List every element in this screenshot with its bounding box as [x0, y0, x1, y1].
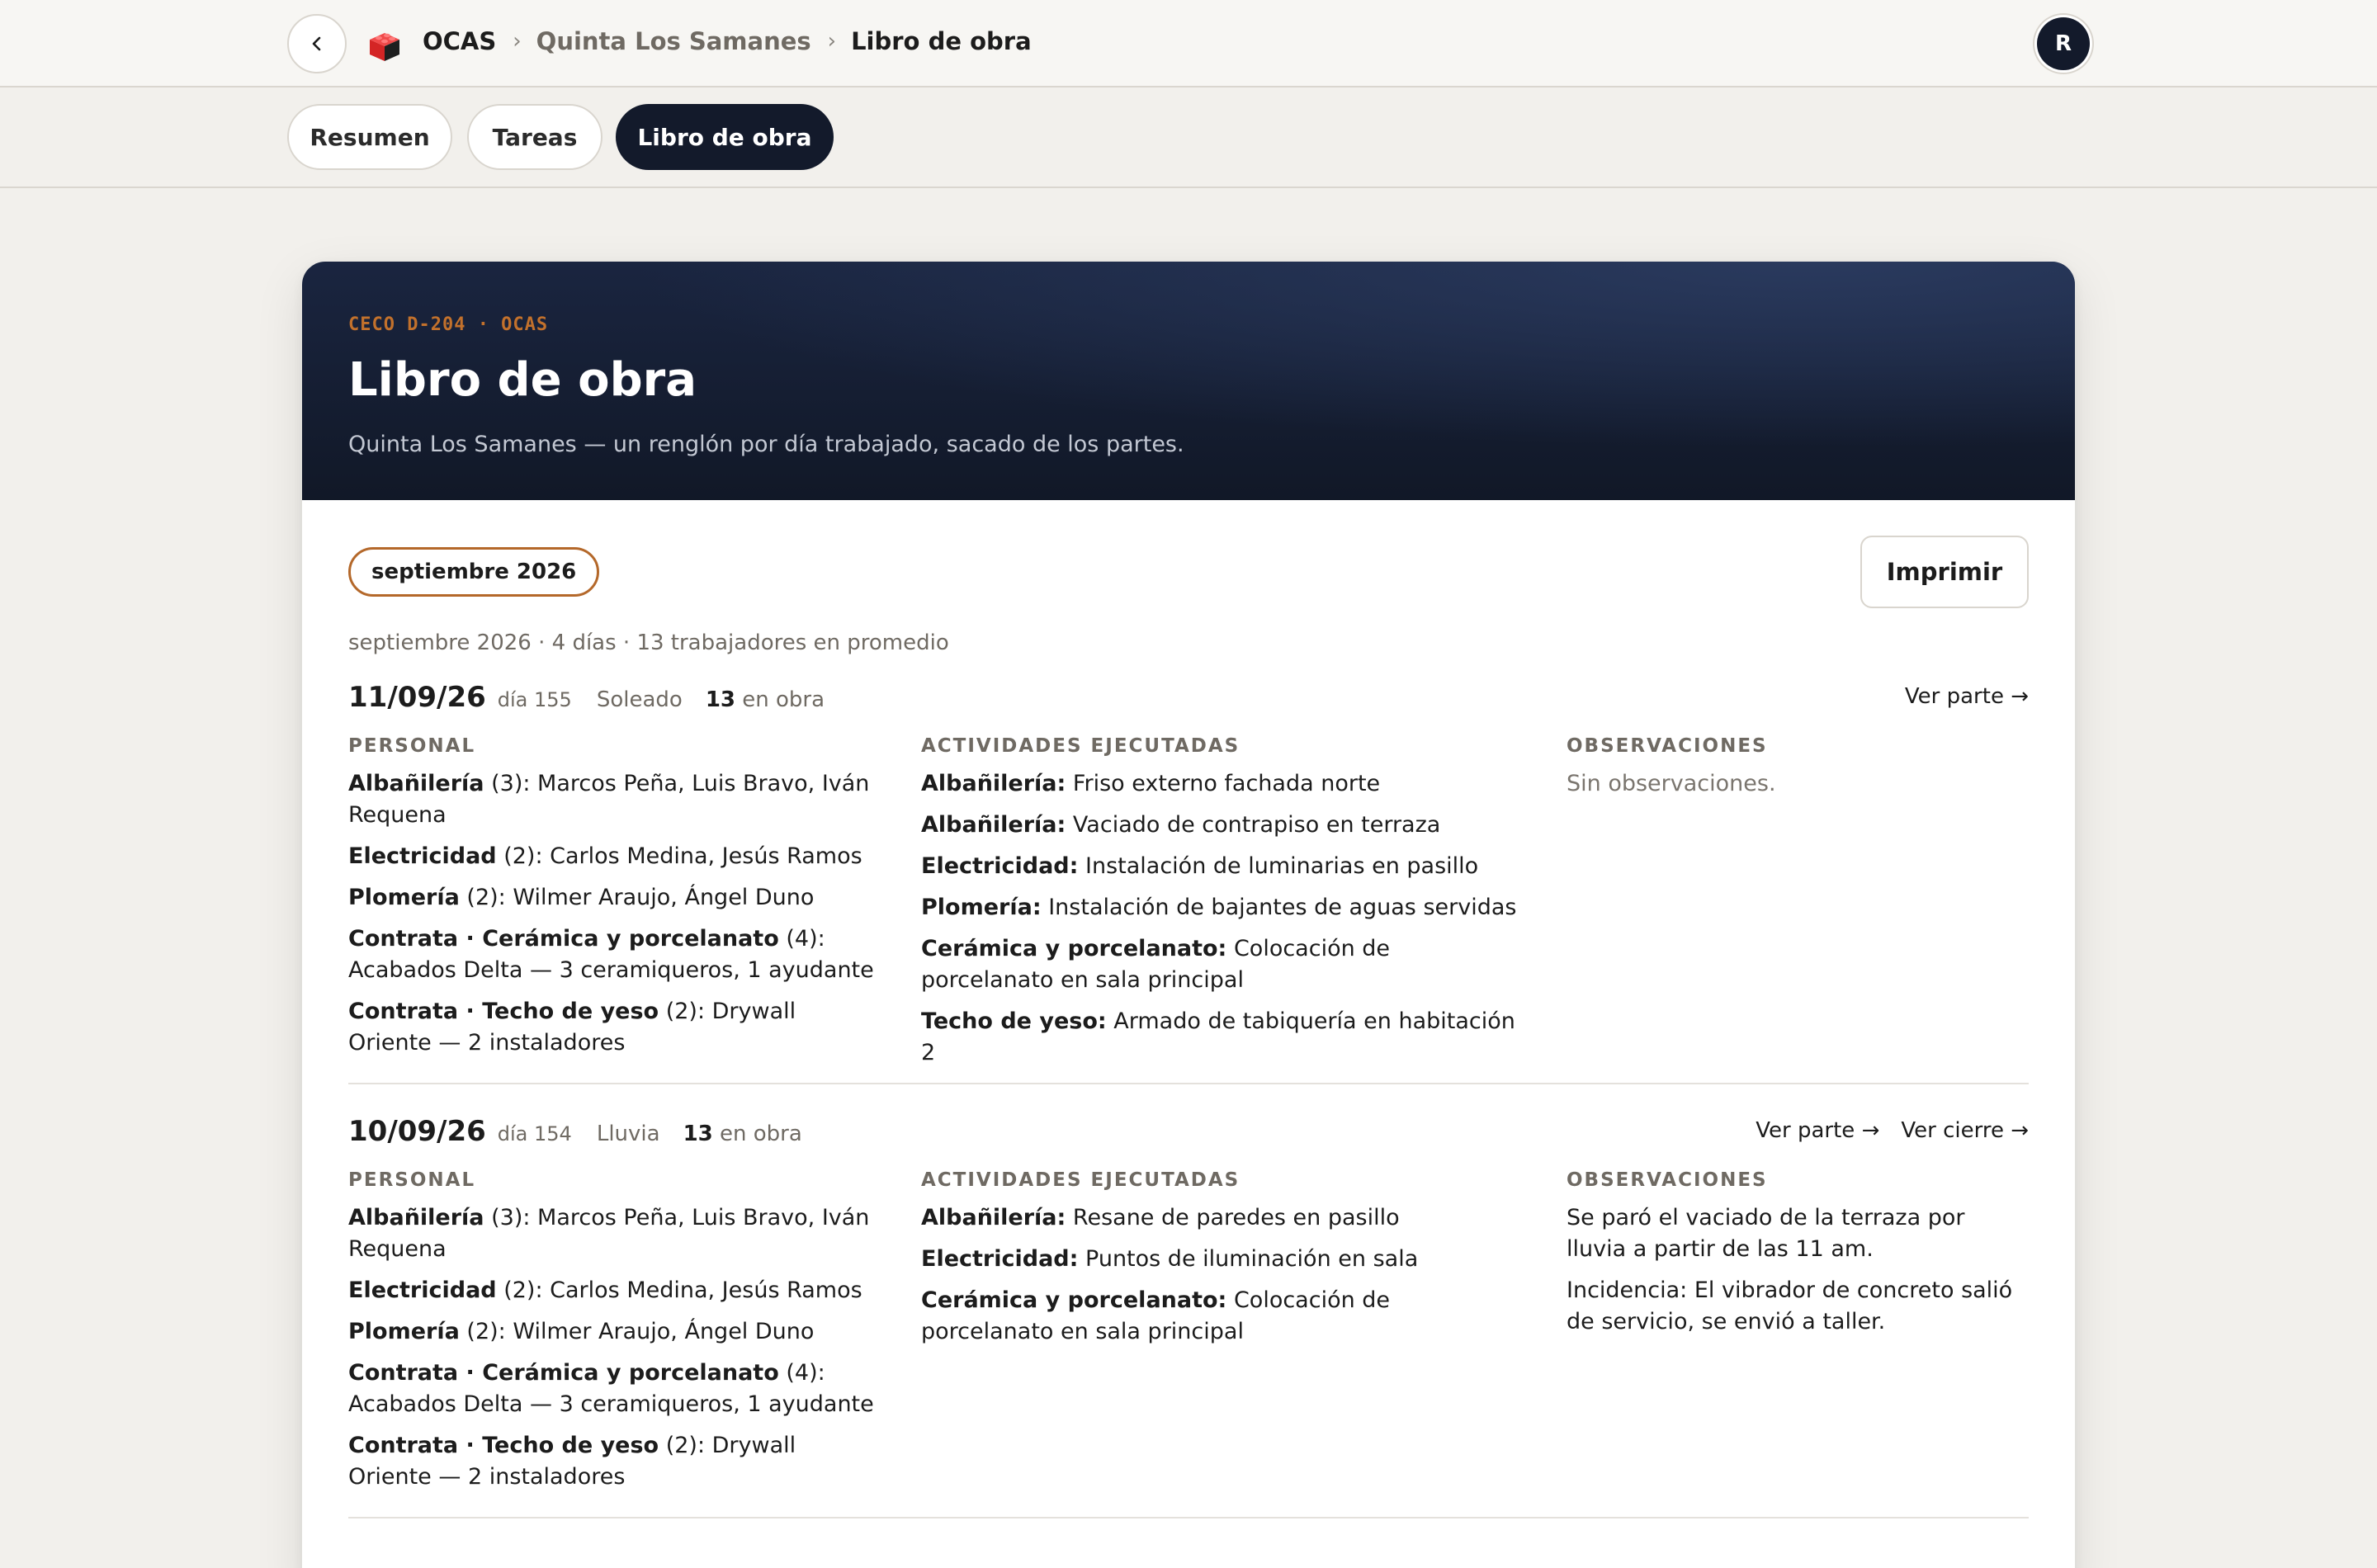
tab-tareas[interactable]: Tareas — [467, 104, 603, 170]
activity-line: Cerámica y porcelanato: Colocación de po… — [921, 936, 1391, 993]
activity-line: Albañilería: Friso externo fachada norte — [921, 771, 1381, 796]
activity-line: Plomería: Instalación de bajantes de agu… — [921, 895, 1517, 920]
activity-line: Cerámica y porcelanato: Colocación de po… — [921, 1287, 1391, 1344]
print-button[interactable]: Imprimir — [1860, 536, 2029, 608]
month-selector[interactable]: septiembre 2026 — [348, 547, 600, 597]
personal-header: PERSONAL — [348, 735, 476, 757]
observations-header: OBSERVACIONES — [1567, 1169, 1768, 1191]
observation-line: Incidencia: El vibrador de concreto sali… — [1567, 1278, 2013, 1334]
observations-column: OBSERVACIONES Sin observaciones. — [1567, 735, 2029, 810]
logbook-card: CECO D-204 · OCAS Libro de obra Quinta L… — [302, 262, 2075, 1568]
user-avatar[interactable]: R — [2037, 17, 2090, 70]
personal-header: PERSONAL — [348, 1169, 476, 1191]
tab-resumen[interactable]: Resumen — [287, 104, 452, 170]
back-button[interactable] — [287, 14, 347, 73]
view-report-link[interactable]: Ver parte → — [1905, 684, 2029, 709]
entry-date: 10/09/26 — [348, 1115, 486, 1148]
personal-line: Electricidad (2): Carlos Medina, Jesús R… — [348, 1278, 862, 1303]
entry-worker-count: 13 en obra — [683, 1122, 802, 1146]
brick-logo-icon — [370, 33, 399, 61]
entry-worker-count: 13 en obra — [705, 687, 825, 712]
page-subtitle: Quinta Los Samanes — un renglón por día … — [348, 432, 1184, 457]
personal-line: Contrata · Techo de yeso (2): Drywall Or… — [348, 1433, 796, 1490]
activities-column: ACTIVIDADES EJECUTADAS Albañilería: Fris… — [921, 735, 1529, 1079]
observation-line: Se paró el vaciado de la terraza por llu… — [1567, 1205, 1965, 1262]
activities-header: ACTIVIDADES EJECUTADAS — [921, 735, 1240, 757]
entry-header: 11/09/26 día 155 Soleado 13 en obra Ver … — [348, 681, 2029, 714]
page-title: Libro de obra — [348, 353, 697, 407]
cost-center-label: CECO D-204 · OCAS — [348, 314, 549, 335]
hero-header: CECO D-204 · OCAS Libro de obra Quinta L… — [302, 262, 2075, 500]
entry-divider — [348, 1083, 2029, 1084]
entry-divider — [348, 1517, 2029, 1518]
entry-date: 11/09/26 — [348, 681, 486, 714]
activity-line: Techo de yeso: Armado de tabiquería en h… — [921, 1008, 1515, 1065]
personal-column: PERSONAL Albañilería (3): Marcos Peña, L… — [348, 1169, 877, 1503]
observations-header: OBSERVACIONES — [1567, 735, 1768, 757]
tab-libro-de-obra[interactable]: Libro de obra — [616, 104, 834, 170]
observations-column: OBSERVACIONES Se paró el vaciado de la t… — [1567, 1169, 2029, 1348]
top-bar: OCAS › Quinta Los Samanes › Libro de obr… — [0, 0, 2377, 87]
personal-line: Electricidad (2): Carlos Medina, Jesús R… — [348, 843, 862, 869]
activities-header: ACTIVIDADES EJECUTADAS — [921, 1169, 1240, 1191]
activity-line: Electricidad: Puntos de iluminación en s… — [921, 1246, 1419, 1272]
month-summary: septiembre 2026 · 4 días · 13 trabajador… — [348, 631, 949, 655]
log-entry: 10/09/26 día 154 Lluvia 13 en obra Ver p… — [348, 1115, 2029, 1490]
breadcrumb-root[interactable]: OCAS — [423, 27, 496, 55]
entry-weather: Lluvia — [596, 1122, 660, 1146]
breadcrumb-project[interactable]: Quinta Los Samanes — [536, 27, 811, 55]
personal-line: Plomería (2): Wilmer Araujo, Ángel Duno — [348, 1319, 815, 1344]
view-report-link[interactable]: Ver parte → — [1756, 1118, 1879, 1143]
activity-line: Albañilería: Resane de paredes en pasill… — [921, 1205, 1400, 1230]
personal-line: Albañilería (3): Marcos Peña, Luis Bravo… — [348, 771, 870, 828]
chevron-left-icon — [312, 36, 321, 51]
personal-line: Contrata · Techo de yeso (2): Drywall Or… — [348, 999, 796, 1056]
activities-column: ACTIVIDADES EJECUTADAS Albañilería: Resa… — [921, 1169, 1529, 1358]
entry-day-number: día 154 — [497, 1122, 572, 1145]
activity-line: Electricidad: Instalación de luminarias … — [921, 853, 1479, 879]
breadcrumb-separator: › — [827, 29, 837, 54]
log-entry: 11/09/26 día 155 Soleado 13 en obra Ver … — [348, 681, 2029, 1065]
entry-weather: Soleado — [596, 687, 683, 712]
personal-line: Contrata · Cerámica y porcelanato (4): A… — [348, 926, 874, 983]
breadcrumb-separator: › — [513, 29, 522, 54]
breadcrumb-current: Libro de obra — [851, 27, 1032, 55]
tab-bar: Resumen Tareas Libro de obra — [0, 87, 2377, 188]
personal-column: PERSONAL Albañilería (3): Marcos Peña, L… — [348, 735, 877, 1069]
personal-line: Plomería (2): Wilmer Araujo, Ángel Duno — [348, 885, 815, 910]
breadcrumb: OCAS › Quinta Los Samanes › Libro de obr… — [423, 23, 1032, 59]
activity-line: Albañilería: Vaciado de contrapiso en te… — [921, 812, 1441, 838]
observation-line: Sin observaciones. — [1567, 771, 1776, 796]
personal-line: Contrata · Cerámica y porcelanato (4): A… — [348, 1360, 874, 1417]
view-closing-link[interactable]: Ver cierre → — [1901, 1118, 2029, 1143]
personal-line: Albañilería (3): Marcos Peña, Luis Bravo… — [348, 1205, 870, 1262]
entry-day-number: día 155 — [497, 688, 572, 711]
entry-header: 10/09/26 día 154 Lluvia 13 en obra Ver p… — [348, 1115, 2029, 1148]
